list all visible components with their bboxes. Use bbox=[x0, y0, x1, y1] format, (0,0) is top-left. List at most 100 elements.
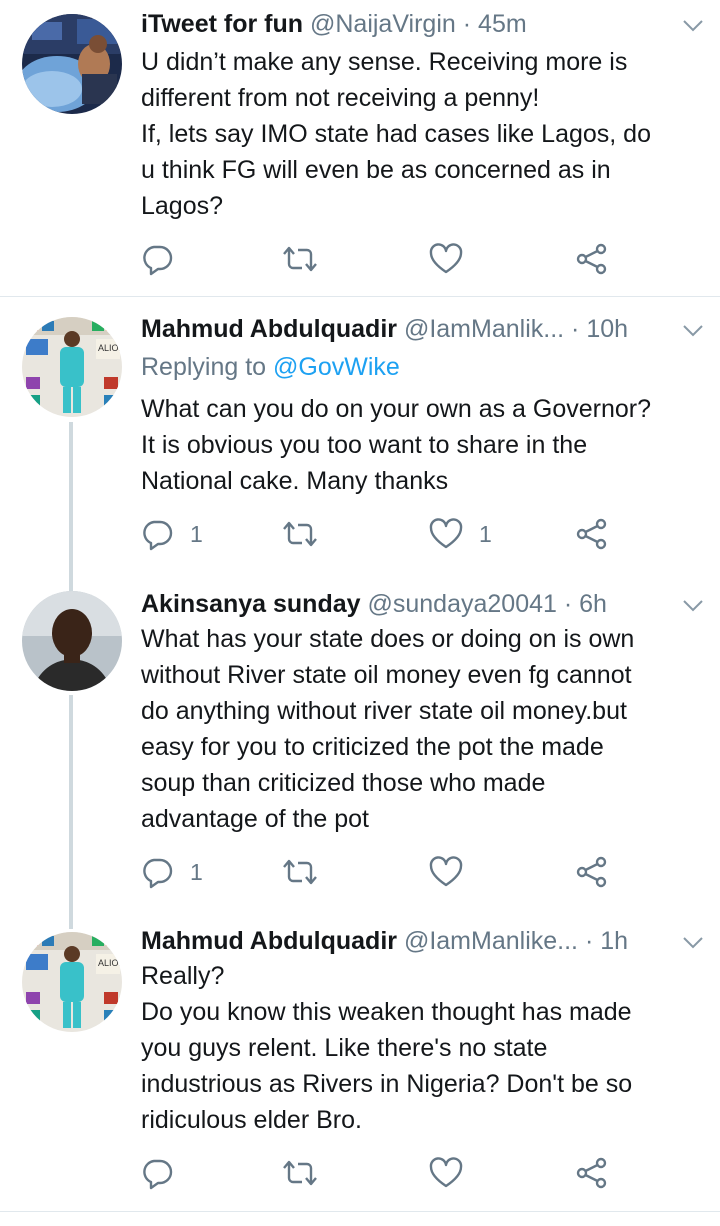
tweet-text-line: u think FG will even be as concerned as … bbox=[141, 156, 611, 184]
tweet-text-line: Really? bbox=[141, 962, 225, 990]
retweet-button[interactable] bbox=[280, 1155, 336, 1191]
share-button[interactable] bbox=[575, 516, 609, 552]
separator-dot: · bbox=[584, 927, 594, 955]
retweet-button[interactable] bbox=[280, 516, 336, 552]
timestamp[interactable]: 10h bbox=[586, 315, 628, 343]
retweet-button[interactable] bbox=[280, 241, 336, 277]
timestamp[interactable]: 6h bbox=[579, 590, 607, 618]
svg-text:ALION: ALION bbox=[98, 958, 122, 968]
tweet-1[interactable]: ALION Mahmud Abdulquadir @IamManlik... ·… bbox=[0, 297, 720, 577]
divider bbox=[0, 1211, 720, 1212]
tweet-0[interactable]: iTweet for fun @NaijaVirgin · 45m U didn… bbox=[0, 0, 720, 296]
handle[interactable]: @IamManlike... bbox=[404, 927, 578, 955]
share-button[interactable] bbox=[575, 241, 609, 277]
avatar[interactable] bbox=[22, 591, 122, 691]
replying-to: Replying to @GovWike bbox=[141, 349, 400, 385]
display-name[interactable]: Mahmud Abdulquadir bbox=[141, 315, 397, 343]
heart-icon bbox=[429, 518, 463, 550]
tweet-header: Mahmud Abdulquadir @IamManlike... · 1h bbox=[141, 924, 720, 958]
chevron-down-icon[interactable] bbox=[682, 324, 703, 338]
display-name[interactable]: Akinsanya sunday bbox=[141, 590, 361, 618]
separator-dot: · bbox=[563, 590, 573, 618]
reply-icon bbox=[140, 1156, 174, 1190]
reply-button[interactable]: 1 bbox=[140, 516, 203, 552]
thread-line bbox=[69, 907, 73, 929]
tweet-header: Mahmud Abdulquadir @IamManlik... · 10h bbox=[141, 312, 720, 346]
tweet-text-line: different from not receiving a penny! bbox=[141, 84, 540, 112]
tweet-text: Really? Do you know this weaken thought … bbox=[141, 958, 706, 1138]
share-button[interactable] bbox=[575, 854, 609, 890]
display-name[interactable]: Mahmud Abdulquadir bbox=[141, 927, 397, 955]
timestamp[interactable]: 1h bbox=[600, 927, 628, 955]
tweet-text-line: What can you do on your own as a Governo… bbox=[141, 395, 652, 423]
like-button[interactable] bbox=[429, 1155, 479, 1191]
share-icon bbox=[575, 1156, 609, 1190]
retweet-icon bbox=[280, 1156, 320, 1190]
like-button[interactable] bbox=[429, 854, 479, 890]
tweet-text-line: Do you know this weaken thought has made bbox=[141, 998, 632, 1026]
tweet-text-line: It is obvious you too want to share in t… bbox=[141, 431, 588, 459]
share-button[interactable] bbox=[575, 1155, 609, 1191]
tweet-3[interactable]: ALION Mahmud Abdulquadir @IamManlike... … bbox=[0, 907, 720, 1210]
tweet-actions: 1 bbox=[0, 854, 720, 890]
tweet-text-line: If, lets say IMO state had cases like La… bbox=[141, 120, 651, 148]
tweet-text-line: without River state oil money even fg ca… bbox=[141, 661, 632, 689]
reply-icon bbox=[140, 517, 174, 551]
tweet-header: iTweet for fun @NaijaVirgin · 45m bbox=[141, 7, 720, 41]
tweet-text-line: National cake. Many thanks bbox=[141, 467, 449, 495]
timestamp[interactable]: 45m bbox=[478, 10, 527, 38]
tweet-text-line: ridiculous elder Bro. bbox=[141, 1106, 362, 1134]
chevron-down-icon[interactable] bbox=[682, 936, 703, 950]
like-button[interactable] bbox=[429, 241, 479, 277]
tweet-text-line: What has your state does or doing on is … bbox=[141, 625, 635, 653]
tweet-header: Akinsanya sunday @sundaya20041 · 6h bbox=[141, 587, 720, 621]
tweet-actions bbox=[0, 1155, 720, 1191]
svg-text:ALION: ALION bbox=[98, 343, 122, 353]
tweet-text-line: you guys relent. Like there's no state bbox=[141, 1034, 548, 1062]
like-count: 1 bbox=[479, 520, 492, 547]
retweet-button[interactable] bbox=[280, 854, 336, 890]
reply-icon bbox=[140, 855, 174, 889]
chevron-down-icon[interactable] bbox=[682, 19, 703, 33]
heart-icon bbox=[429, 1157, 463, 1189]
reply-icon bbox=[140, 242, 174, 276]
reply-button[interactable] bbox=[140, 1155, 190, 1191]
reply-button[interactable] bbox=[140, 241, 190, 277]
replying-to-label: Replying to bbox=[141, 353, 267, 381]
avatar[interactable]: ALION bbox=[22, 932, 122, 1032]
heart-icon bbox=[429, 243, 463, 275]
avatar[interactable] bbox=[22, 14, 122, 114]
thread-line bbox=[69, 422, 73, 577]
tweet-text-line: soup than criticized those who made bbox=[141, 769, 546, 797]
chevron-down-icon[interactable] bbox=[682, 599, 703, 613]
handle[interactable]: @NaijaVirgin bbox=[310, 10, 456, 38]
handle[interactable]: @sundaya20041 bbox=[367, 590, 556, 618]
tweet-text-line: U didn’t make any sense. Receiving more … bbox=[141, 48, 628, 76]
handle[interactable]: @IamManlik... bbox=[404, 315, 564, 343]
tweet-text: U didn’t make any sense. Receiving more … bbox=[141, 44, 706, 224]
retweet-icon bbox=[280, 242, 320, 276]
separator-dot: · bbox=[571, 315, 580, 343]
separator-dot: · bbox=[462, 10, 472, 38]
reply-button[interactable]: 1 bbox=[140, 854, 203, 890]
tweet-text-line: industrious as Rivers in Nigeria? Don't … bbox=[141, 1070, 633, 1098]
tweet-actions: 1 1 bbox=[0, 516, 720, 552]
tweet-actions bbox=[0, 241, 720, 277]
share-icon bbox=[575, 855, 609, 889]
like-button[interactable]: 1 bbox=[429, 516, 492, 552]
reply-count: 1 bbox=[190, 858, 203, 885]
avatar[interactable]: ALION bbox=[22, 317, 122, 417]
share-icon bbox=[575, 517, 609, 551]
tweet-text-line: advantage of the pot bbox=[141, 805, 369, 833]
share-icon bbox=[575, 242, 609, 276]
retweet-icon bbox=[280, 517, 320, 551]
tweet-text-line: easy for you to criticized the pot the m… bbox=[141, 733, 604, 761]
tweet-text-line: do anything without river state oil mone… bbox=[141, 697, 627, 725]
mention-link[interactable]: @GovWike bbox=[273, 353, 400, 381]
tweet-text: What can you do on your own as a Governo… bbox=[141, 391, 706, 499]
heart-icon bbox=[429, 856, 463, 888]
display-name[interactable]: iTweet for fun bbox=[141, 10, 303, 38]
thread-line bbox=[69, 577, 73, 591]
reply-count: 1 bbox=[190, 520, 203, 547]
tweet-2[interactable]: Akinsanya sunday @sundaya20041 · 6h What… bbox=[0, 577, 720, 907]
